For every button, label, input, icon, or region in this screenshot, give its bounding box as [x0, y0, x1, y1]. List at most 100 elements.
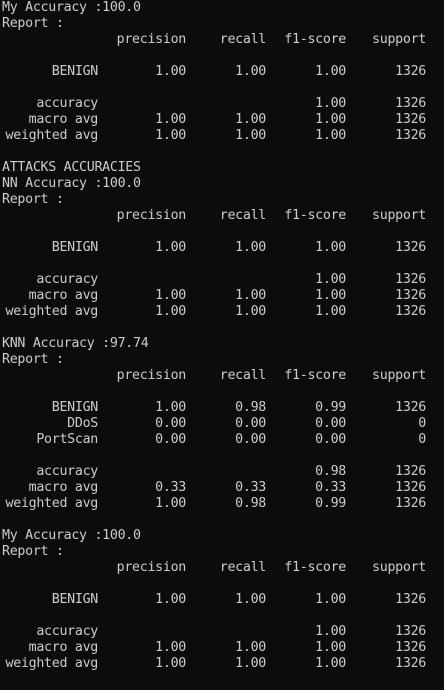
recall-value: 1.00 [235, 64, 266, 79]
support-value: 1326 [395, 480, 426, 495]
recall-value: 0.98 [235, 400, 266, 415]
f1-score-value: 1.00 [315, 240, 346, 255]
report-row: macro avg 1.00 1.00 1.00 1326 [0, 288, 444, 304]
recall-value: 1.00 [235, 288, 266, 303]
column-header: recall [219, 208, 267, 223]
column-header: support [372, 560, 426, 575]
support-value: 1326 [395, 656, 426, 671]
precision-value: 1.00 [155, 304, 186, 319]
f1-score-value: 1.00 [315, 640, 346, 655]
precision-value: 1.00 [155, 656, 186, 671]
support-value: 1326 [395, 400, 426, 415]
report-row: macro avg 0.33 0.33 0.33 1326 [0, 480, 444, 496]
support-value: 0 [418, 432, 426, 447]
report-row: accuracy 0.98 1326 [0, 464, 444, 480]
report-label: Report : [2, 192, 64, 207]
precision-value: 1.00 [155, 64, 186, 79]
support-value: 1326 [395, 624, 426, 639]
recall-value: 1.00 [235, 304, 266, 319]
console-window[interactable]: My Accuracy :100.0 Report : precision recal… [0, 0, 444, 690]
f1-score-value: 1.00 [315, 64, 346, 79]
precision-value: 1.00 [155, 640, 186, 655]
support-value: 1326 [395, 496, 426, 511]
support-value: 1326 [395, 112, 426, 127]
support-value: 0 [418, 416, 426, 431]
column-header: support [372, 368, 426, 383]
report-row: BENIGN 1.00 1.00 1.00 1326 [0, 592, 444, 608]
report-label: Report : [2, 352, 64, 367]
row-label: macro avg [28, 288, 99, 303]
report-label: Report : [2, 544, 64, 559]
report-header: precision recall f1-score support [0, 560, 444, 576]
recall-value: 0.00 [235, 432, 266, 447]
f1-score-value: 1.00 [315, 304, 346, 319]
support-value: 1326 [395, 640, 426, 655]
row-label: weighted avg [5, 128, 99, 143]
recall-value: 0.98 [235, 496, 266, 511]
support-value: 1326 [395, 272, 426, 287]
row-label: accuracy [36, 464, 98, 479]
report-row: accuracy 1.00 1326 [0, 96, 444, 112]
report-block: ATTACKS ACCURACIES NN Accuracy :100.0 Repo… [0, 160, 444, 336]
f1-score-value: 1.00 [315, 656, 346, 671]
support-value: 1326 [395, 304, 426, 319]
precision-value: 1.00 [155, 240, 186, 255]
precision-value: 1.00 [155, 400, 186, 415]
f1-score-value: 0.00 [315, 432, 346, 447]
report-row: weighted avg 1.00 1.00 1.00 1326 [0, 304, 444, 320]
column-header: support [372, 208, 426, 223]
support-value: 1326 [395, 128, 426, 143]
row-label: macro avg [28, 640, 99, 655]
f1-score-value: 0.33 [315, 480, 346, 495]
column-header: precision [116, 208, 187, 223]
column-header: recall [219, 368, 267, 383]
column-header: f1-score [284, 208, 346, 223]
row-label: accuracy [36, 272, 98, 287]
recall-value: 1.00 [235, 592, 266, 607]
report-header: precision recall f1-score support [0, 208, 444, 224]
support-value: 1326 [395, 464, 426, 479]
column-header: f1-score [284, 32, 346, 47]
accuracy-line: My Accuracy :100.0 [2, 0, 141, 15]
row-label: DDoS [67, 416, 98, 431]
column-header: f1-score [284, 368, 346, 383]
support-value: 1326 [395, 288, 426, 303]
precision-value: 1.00 [155, 496, 186, 511]
recall-value: 1.00 [235, 240, 266, 255]
row-label: accuracy [36, 624, 98, 639]
row-label: BENIGN [51, 592, 99, 607]
report-block: KNN Accuracy :97.74 Report : precision reca… [0, 336, 444, 528]
precision-value: 0.00 [155, 432, 186, 447]
section-title: ATTACKS ACCURACIES [2, 160, 141, 175]
row-label: BENIGN [51, 240, 99, 255]
support-value: 1326 [395, 64, 426, 79]
report-header: precision recall f1-score support [0, 368, 444, 384]
column-header: recall [219, 32, 267, 47]
recall-value: 0.00 [235, 416, 266, 431]
f1-score-value: 1.00 [315, 128, 346, 143]
precision-value: 0.00 [155, 416, 186, 431]
column-header: recall [219, 560, 267, 575]
f1-score-value: 0.99 [315, 496, 346, 511]
f1-score-value: 0.99 [315, 400, 346, 415]
column-header: precision [116, 32, 187, 47]
recall-value: 0.33 [235, 480, 266, 495]
support-value: 1326 [395, 96, 426, 111]
f1-score-value: 1.00 [315, 96, 346, 111]
precision-value: 1.00 [155, 288, 186, 303]
precision-value: 0.33 [155, 480, 186, 495]
report-block: My Accuracy :100.0 Report : precision recal… [0, 528, 444, 688]
report-row: macro avg 1.00 1.00 1.00 1326 [0, 640, 444, 656]
report-row: DDoS 0.00 0.00 0.00 0 [0, 416, 444, 432]
accuracy-line: KNN Accuracy :97.74 [2, 336, 149, 351]
report-row: accuracy 1.00 1326 [0, 624, 444, 640]
recall-value: 1.00 [235, 656, 266, 671]
column-header: f1-score [284, 560, 346, 575]
recall-value: 1.00 [235, 128, 266, 143]
f1-score-value: 0.00 [315, 416, 346, 431]
